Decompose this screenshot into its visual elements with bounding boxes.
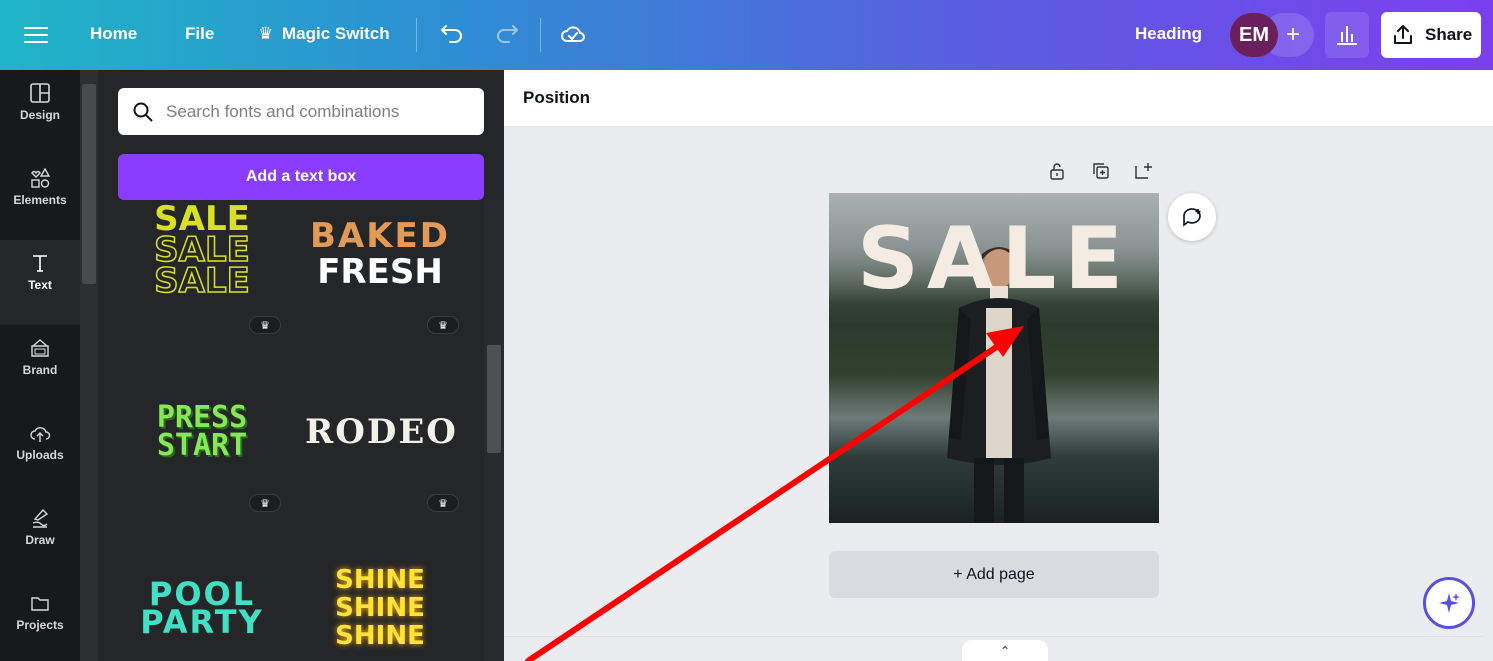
add-comment-button[interactable] [1168, 193, 1216, 241]
scrollbar-thumb[interactable] [487, 345, 501, 453]
scrollbar-thumb[interactable] [82, 84, 96, 284]
rail-item-uploads[interactable]: Uploads [0, 410, 80, 495]
layout-icon [30, 83, 50, 103]
home-link[interactable]: Home [90, 24, 137, 44]
file-menu[interactable]: File [185, 24, 214, 44]
combo-text: SHINE [335, 593, 425, 623]
context-toolbar: Position [504, 70, 1493, 127]
search-icon [133, 102, 153, 122]
brand-icon [31, 339, 49, 357]
cloud-saved-icon[interactable] [558, 20, 588, 50]
premium-crown-icon: ♛ [427, 494, 459, 512]
show-pages-button[interactable]: ⌃ [962, 640, 1048, 661]
search-box[interactable] [118, 88, 484, 135]
sparkle-icon [1439, 593, 1460, 613]
hamburger-icon[interactable] [24, 22, 48, 46]
rail-label: Elements [13, 193, 67, 207]
combo-rodeo[interactable]: RODEO [305, 412, 458, 452]
premium-crown-icon: ♛ [427, 316, 459, 334]
shapes-icon [31, 167, 51, 188]
undo-icon[interactable] [437, 20, 467, 50]
rail-item-draw[interactable]: Draw [0, 495, 80, 580]
design-page[interactable]: SALE [829, 193, 1159, 523]
panel-scrollbar[interactable] [484, 200, 504, 661]
avatar[interactable]: EM [1230, 13, 1278, 57]
premium-crown-icon: ♛ [249, 316, 281, 334]
lock-icon[interactable] [1046, 160, 1068, 182]
rail-item-projects[interactable]: Projects [0, 580, 80, 661]
position-button[interactable]: Position [523, 88, 590, 108]
vertical-scrollbar[interactable] [1483, 127, 1493, 661]
draw-icon [32, 508, 49, 528]
add-page-icon[interactable] [1132, 160, 1154, 182]
magic-assistant-button[interactable] [1423, 577, 1475, 629]
rail-label: Projects [16, 618, 64, 632]
rail-item-elements[interactable]: Elements [0, 155, 80, 240]
rail-label: Design [19, 108, 60, 122]
heading-label[interactable]: Heading [1135, 24, 1202, 44]
add-text-box-button[interactable]: Add a text box [118, 154, 484, 200]
rail-item-brand[interactable]: Brand [0, 325, 80, 410]
side-rail: Design Elements Text Brand Uploads Draw … [0, 70, 80, 661]
add-page-button[interactable]: + Add page [829, 551, 1159, 598]
combo-sale[interactable]: SALE SALE SALE [132, 202, 272, 301]
cloud-upload-icon [30, 427, 51, 442]
rail-label: Text [28, 278, 52, 292]
crown-icon: ♛ [258, 24, 274, 43]
text-icon [33, 255, 47, 272]
combo-text: PARTY [140, 603, 264, 641]
combo-press-start[interactable]: PRESS START [132, 403, 272, 463]
combo-text: FRESH [317, 252, 443, 292]
combo-shine[interactable]: SHINE SHINE SHINE [320, 566, 440, 650]
share-icon [1394, 25, 1412, 44]
combo-text: SHINE [335, 565, 425, 595]
rail-label: Draw [25, 533, 55, 547]
rail-label: Uploads [16, 448, 64, 462]
divider [416, 18, 417, 52]
top-bar: Home File ♛ Magic Switch Heading + EM Sh… [0, 0, 1493, 70]
redo-icon[interactable] [492, 20, 522, 50]
rail-item-text[interactable]: Text [0, 240, 80, 325]
share-button[interactable]: Share [1381, 12, 1481, 58]
divider [540, 18, 541, 52]
magic-switch-button[interactable]: Magic Switch [282, 24, 390, 44]
combo-baked-fresh[interactable]: BAKED FRESH [305, 218, 455, 290]
premium-crown-icon: ♛ [249, 494, 281, 512]
rail-label: Brand [22, 363, 58, 377]
rail-item-design[interactable]: Design [0, 70, 80, 155]
folder-icon [31, 597, 49, 611]
share-label: Share [1425, 25, 1473, 44]
chevron-up-icon: ⌃ [999, 643, 1011, 658]
duplicate-page-icon[interactable] [1090, 160, 1112, 182]
combo-text: SALE [153, 261, 250, 301]
search-input[interactable] [166, 101, 466, 122]
design-headline[interactable]: SALE [829, 209, 1159, 309]
combo-text: START [156, 428, 248, 463]
insights-button[interactable] [1325, 12, 1369, 58]
combo-text: RODEO [305, 412, 458, 452]
combo-pool-party[interactable]: POOL PARTY [132, 578, 272, 641]
bar-chart-icon [1337, 26, 1357, 45]
combo-text: BAKED [309, 216, 451, 256]
comment-icon [1183, 208, 1201, 227]
rail-scrollbar[interactable] [80, 70, 98, 661]
combo-text: SHINE [335, 621, 425, 651]
